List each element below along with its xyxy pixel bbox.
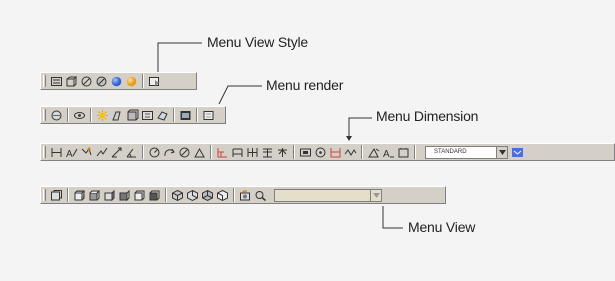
dimtedit-icon[interactable]: A [382, 146, 395, 159]
linear-dim-icon[interactable] [50, 146, 63, 159]
leader-render [218, 85, 262, 105]
back-view-icon[interactable] [148, 189, 161, 202]
leader-icon[interactable] [193, 146, 206, 159]
camera-icon[interactable] [239, 189, 252, 202]
materials-library-icon[interactable] [141, 109, 154, 122]
scene-icon[interactable] [96, 109, 109, 122]
toolbar-grip[interactable] [43, 109, 46, 121]
gouraud-shaded-icon[interactable] [110, 75, 123, 88]
feature-control-icon[interactable] [299, 146, 312, 159]
label-menu-view-style: Menu View Style [207, 34, 309, 50]
dim-style-combo-value: STANDARD [434, 148, 467, 155]
ordinate-dim-icon[interactable] [80, 146, 93, 159]
dim-style-combo[interactable]: STANDARD [425, 145, 508, 159]
dim-edit-icon[interactable] [246, 146, 259, 159]
toolbar-grip[interactable] [43, 146, 46, 158]
3d-wireframe-icon[interactable] [65, 75, 78, 88]
render-icon[interactable] [73, 109, 86, 122]
diameter-dim-icon[interactable] [110, 146, 123, 159]
arrowhead-dimension [346, 136, 352, 141]
dimedit-icon[interactable] [367, 146, 380, 159]
dimupdate-icon[interactable] [397, 146, 410, 159]
center-point-icon[interactable] [314, 146, 327, 159]
flat-shaded-icon[interactable] [95, 75, 108, 88]
quick-dim-icon[interactable] [148, 146, 161, 159]
left-view-icon[interactable] [103, 189, 116, 202]
chevron-down-icon[interactable] [370, 189, 381, 201]
sw-iso-icon[interactable] [171, 189, 184, 202]
dim-text-edit-icon[interactable] [261, 146, 274, 159]
toolbar-separator [142, 74, 144, 88]
toolbar-separator [67, 108, 69, 122]
leader-dimension [348, 117, 372, 138]
leader-view [382, 206, 403, 229]
jog-icon[interactable] [344, 146, 357, 159]
materials-icon[interactable] [126, 109, 139, 122]
angular-dim-icon[interactable] [125, 146, 138, 159]
toolbar-separator [196, 108, 198, 122]
flat-edges-icon[interactable] [125, 75, 138, 88]
fog-icon[interactable] [202, 109, 215, 122]
mapping-icon[interactable] [156, 109, 169, 122]
toolbar-separator [233, 188, 235, 202]
toolbar-separator [173, 108, 175, 122]
gouraud-edges-icon[interactable] [148, 75, 161, 88]
named-views-icon[interactable] [50, 189, 63, 202]
hide-icon[interactable] [50, 109, 63, 122]
chevron-down-icon[interactable] [496, 146, 507, 158]
tolerance-icon[interactable] [216, 146, 229, 159]
radius-dim-icon[interactable] [95, 146, 108, 159]
ne-iso-icon[interactable] [201, 189, 214, 202]
center-mark-icon[interactable] [231, 146, 244, 159]
toolbar-separator [361, 145, 363, 159]
continue-dim-icon[interactable] [178, 146, 191, 159]
leader-view-style [157, 42, 202, 72]
se-iso-icon[interactable] [186, 189, 199, 202]
toolbar-render [40, 106, 226, 124]
screenshot-canvas: Menu View Style Menu render Menu Dimensi… [0, 0, 615, 281]
toolbar-separator [414, 145, 416, 159]
label-menu-dimension: Menu Dimension [376, 108, 479, 124]
aligned-dim-icon[interactable]: A [65, 146, 78, 159]
baseline-dim-icon[interactable] [163, 146, 176, 159]
view-dropdown-icon[interactable] [254, 189, 267, 202]
svg-text:A: A [383, 149, 390, 159]
top-view-icon[interactable] [73, 189, 86, 202]
toolbar-separator [142, 145, 144, 159]
toolbar-grip[interactable] [43, 189, 46, 201]
front-view-icon[interactable] [133, 189, 146, 202]
label-menu-view: Menu View [408, 219, 476, 235]
2d-wireframe-icon[interactable] [50, 75, 63, 88]
hidden-icon[interactable] [80, 75, 93, 88]
view-combo[interactable] [274, 188, 382, 202]
bottom-view-icon[interactable] [88, 189, 101, 202]
toolbar-grip[interactable] [43, 75, 46, 87]
dim-update-icon[interactable] [276, 146, 289, 159]
dim-style-icon[interactable] [511, 146, 524, 159]
toolbar-separator [67, 188, 69, 202]
toolbar-separator [293, 145, 295, 159]
label-menu-render: Menu render [266, 77, 344, 93]
toolbar-view-style [40, 72, 197, 90]
background-icon[interactable] [179, 109, 192, 122]
toolbar-separator [165, 188, 167, 202]
oblique-icon[interactable] [329, 146, 342, 159]
lights-icon[interactable] [111, 109, 124, 122]
nw-iso-icon[interactable] [216, 189, 229, 202]
right-view-icon[interactable] [118, 189, 131, 202]
svg-text:A: A [66, 149, 73, 159]
toolbar-separator [90, 108, 92, 122]
toolbar-dimension: A A STANDARD [40, 143, 615, 161]
toolbar-view [40, 186, 446, 204]
toolbar-separator [210, 145, 212, 159]
